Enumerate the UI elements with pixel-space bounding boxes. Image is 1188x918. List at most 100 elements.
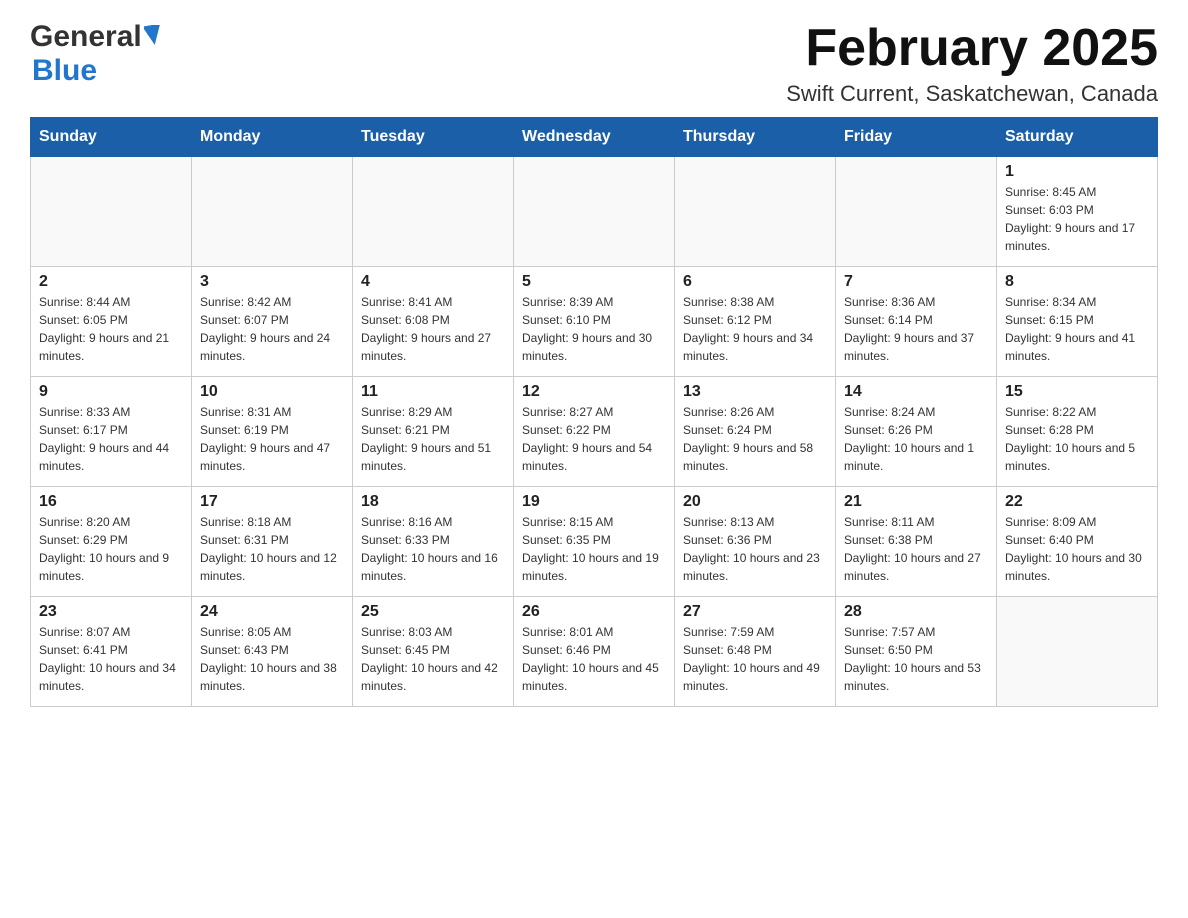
day-number: 6 (683, 273, 827, 291)
day-number: 26 (522, 603, 666, 621)
day-info: Sunrise: 8:16 AM Sunset: 6:33 PM Dayligh… (361, 513, 505, 585)
day-number: 17 (200, 493, 344, 511)
calendar-cell: 6 Sunrise: 8:38 AM Sunset: 6:12 PM Daylig… (675, 267, 836, 377)
calendar-cell: 22 Sunrise: 8:09 AM Sunset: 6:40 PM Dayli… (997, 487, 1158, 597)
weekday-header-monday: Monday (192, 118, 353, 157)
day-number: 15 (1005, 383, 1149, 401)
day-number: 20 (683, 493, 827, 511)
calendar-cell: 3 Sunrise: 8:42 AM Sunset: 6:07 PM Daylig… (192, 267, 353, 377)
calendar-cell: 28Sunrise: 7:57 AM Sunset: 6:50 PM Dayli… (836, 597, 997, 707)
day-number: 5 (522, 273, 666, 291)
day-info: Sunrise: 8:45 AM Sunset: 6:03 PM Dayligh… (1005, 183, 1149, 255)
day-info: Sunrise: 8:39 AM Sunset: 6:10 PM Dayligh… (522, 293, 666, 365)
calendar-cell: 17 Sunrise: 8:18 AM Sunset: 6:31 PM Dayli… (192, 487, 353, 597)
day-info: Sunrise: 8:41 AM Sunset: 6:08 PM Dayligh… (361, 293, 505, 365)
calendar-cell: 18 Sunrise: 8:16 AM Sunset: 6:33 PM Dayli… (353, 487, 514, 597)
calendar-week-row: 9 Sunrise: 8:33 AM Sunset: 6:17 PM Daylig… (31, 377, 1158, 487)
calendar-cell: 12 Sunrise: 8:27 AM Sunset: 6:22 PM Dayli… (514, 377, 675, 487)
page-header: General Blue February 2025 Swift Current… (30, 20, 1158, 107)
day-number: 28 (844, 603, 988, 621)
weekday-header-friday: Friday (836, 118, 997, 157)
weekday-header-wednesday: Wednesday (514, 118, 675, 157)
weekday-header-thursday: Thursday (675, 118, 836, 157)
calendar-cell: 8Sunrise: 8:34 AM Sunset: 6:15 PM Daylig… (997, 267, 1158, 377)
calendar-cell: 21 Sunrise: 8:11 AM Sunset: 6:38 PM Dayli… (836, 487, 997, 597)
day-number: 4 (361, 273, 505, 291)
calendar-cell: 26 Sunrise: 8:01 AM Sunset: 6:46 PM Dayli… (514, 597, 675, 707)
day-number: 7 (844, 273, 988, 291)
calendar-cell: 16 Sunrise: 8:20 AM Sunset: 6:29 PM Dayli… (31, 487, 192, 597)
day-number: 13 (683, 383, 827, 401)
calendar-cell (514, 157, 675, 267)
day-info: Sunrise: 8:05 AM Sunset: 6:43 PM Dayligh… (200, 623, 344, 695)
day-info: Sunrise: 8:13 AM Sunset: 6:36 PM Dayligh… (683, 513, 827, 585)
day-info: Sunrise: 8:29 AM Sunset: 6:21 PM Dayligh… (361, 403, 505, 475)
calendar-cell: 5 Sunrise: 8:39 AM Sunset: 6:10 PM Daylig… (514, 267, 675, 377)
calendar-cell: 19 Sunrise: 8:15 AM Sunset: 6:35 PM Dayli… (514, 487, 675, 597)
day-number: 24 (200, 603, 344, 621)
day-number: 12 (522, 383, 666, 401)
calendar-cell: 27Sunrise: 7:59 AM Sunset: 6:48 PM Dayli… (675, 597, 836, 707)
calendar-cell: 4 Sunrise: 8:41 AM Sunset: 6:08 PM Daylig… (353, 267, 514, 377)
day-info: Sunrise: 8:22 AM Sunset: 6:28 PM Dayligh… (1005, 403, 1149, 475)
calendar-cell: 9 Sunrise: 8:33 AM Sunset: 6:17 PM Daylig… (31, 377, 192, 487)
day-number: 10 (200, 383, 344, 401)
day-info: Sunrise: 8:01 AM Sunset: 6:46 PM Dayligh… (522, 623, 666, 695)
calendar-cell: 1 Sunrise: 8:45 AM Sunset: 6:03 PM Daylig… (997, 157, 1158, 267)
day-info: Sunrise: 8:11 AM Sunset: 6:38 PM Dayligh… (844, 513, 988, 585)
day-number: 25 (361, 603, 505, 621)
day-info: Sunrise: 8:26 AM Sunset: 6:24 PM Dayligh… (683, 403, 827, 475)
day-number: 1 (1005, 163, 1149, 181)
logo-blue-text: Blue (32, 54, 97, 87)
calendar-cell: 13 Sunrise: 8:26 AM Sunset: 6:24 PM Dayli… (675, 377, 836, 487)
day-number: 3 (200, 273, 344, 291)
calendar-cell (192, 157, 353, 267)
day-info: Sunrise: 8:38 AM Sunset: 6:12 PM Dayligh… (683, 293, 827, 365)
day-number: 11 (361, 383, 505, 401)
day-number: 22 (1005, 493, 1149, 511)
calendar-cell: 15 Sunrise: 8:22 AM Sunset: 6:28 PM Dayli… (997, 377, 1158, 487)
calendar-cell (31, 157, 192, 267)
day-number: 23 (39, 603, 183, 621)
day-info: Sunrise: 8:18 AM Sunset: 6:31 PM Dayligh… (200, 513, 344, 585)
calendar-week-row: 23 Sunrise: 8:07 AM Sunset: 6:41 PM Dayli… (31, 597, 1158, 707)
logo-general-text: General (30, 20, 142, 54)
logo: General Blue (30, 20, 162, 88)
day-number: 2 (39, 273, 183, 291)
day-info: Sunrise: 8:36 AM Sunset: 6:14 PM Dayligh… (844, 293, 988, 365)
day-number: 18 (361, 493, 505, 511)
day-number: 21 (844, 493, 988, 511)
calendar-cell: 11 Sunrise: 8:29 AM Sunset: 6:21 PM Dayli… (353, 377, 514, 487)
weekday-header-tuesday: Tuesday (353, 118, 514, 157)
day-info: Sunrise: 8:42 AM Sunset: 6:07 PM Dayligh… (200, 293, 344, 365)
calendar-cell: 25Sunrise: 8:03 AM Sunset: 6:45 PM Dayli… (353, 597, 514, 707)
calendar-cell: 24 Sunrise: 8:05 AM Sunset: 6:43 PM Dayli… (192, 597, 353, 707)
weekday-header-saturday: Saturday (997, 118, 1158, 157)
day-info: Sunrise: 8:07 AM Sunset: 6:41 PM Dayligh… (39, 623, 183, 695)
day-info: Sunrise: 8:33 AM Sunset: 6:17 PM Dayligh… (39, 403, 183, 475)
calendar-cell (675, 157, 836, 267)
day-number: 19 (522, 493, 666, 511)
day-info: Sunrise: 8:09 AM Sunset: 6:40 PM Dayligh… (1005, 513, 1149, 585)
calendar-cell: 10 Sunrise: 8:31 AM Sunset: 6:19 PM Dayli… (192, 377, 353, 487)
day-number: 14 (844, 383, 988, 401)
day-info: Sunrise: 8:31 AM Sunset: 6:19 PM Dayligh… (200, 403, 344, 475)
calendar-cell: 20 Sunrise: 8:13 AM Sunset: 6:36 PM Dayli… (675, 487, 836, 597)
day-info: Sunrise: 8:15 AM Sunset: 6:35 PM Dayligh… (522, 513, 666, 585)
calendar-table: SundayMondayTuesdayWednesdayThursdayFrid… (30, 117, 1158, 707)
calendar-title: February 2025 (786, 20, 1158, 77)
day-number: 16 (39, 493, 183, 511)
day-info: Sunrise: 8:24 AM Sunset: 6:26 PM Dayligh… (844, 403, 988, 475)
day-info: Sunrise: 8:20 AM Sunset: 6:29 PM Dayligh… (39, 513, 183, 585)
calendar-header-row: SundayMondayTuesdayWednesdayThursdayFrid… (31, 118, 1158, 157)
calendar-cell: 2Sunrise: 8:44 AM Sunset: 6:05 PM Daylig… (31, 267, 192, 377)
day-info: Sunrise: 8:27 AM Sunset: 6:22 PM Dayligh… (522, 403, 666, 475)
calendar-week-row: 1 Sunrise: 8:45 AM Sunset: 6:03 PM Daylig… (31, 157, 1158, 267)
day-number: 8 (1005, 273, 1149, 291)
day-info: Sunrise: 7:59 AM Sunset: 6:48 PM Dayligh… (683, 623, 827, 695)
calendar-week-row: 16 Sunrise: 8:20 AM Sunset: 6:29 PM Dayli… (31, 487, 1158, 597)
logo-arrow-icon (144, 25, 162, 50)
calendar-cell: 7 Sunrise: 8:36 AM Sunset: 6:14 PM Daylig… (836, 267, 997, 377)
day-number: 9 (39, 383, 183, 401)
calendar-cell (997, 597, 1158, 707)
